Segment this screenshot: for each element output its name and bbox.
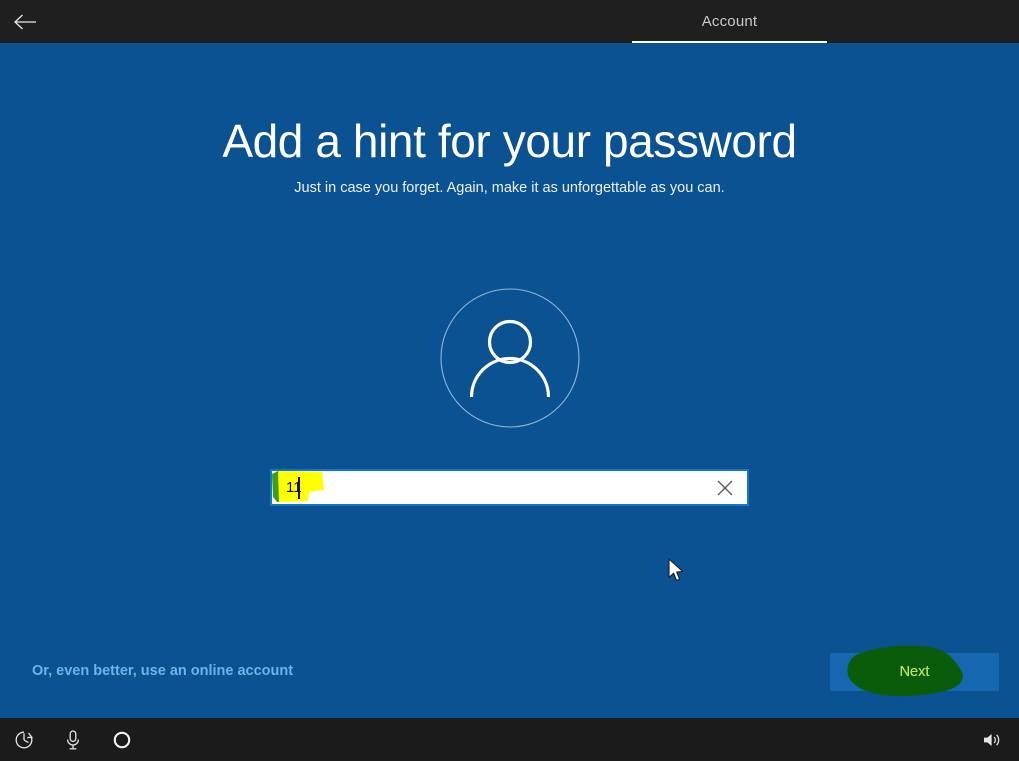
ease-of-access-icon[interactable] [2,718,46,761]
cortana-circle-icon[interactable] [100,718,144,761]
page-subtitle: Just in case you forget. Again, make it … [294,180,725,196]
page-title: Add a hint for your password [222,115,797,167]
arrow-left-icon [12,12,38,32]
status-bar: Great. Now. With an offline account, if … [0,718,1019,761]
mouse-cursor [668,558,686,584]
next-button[interactable]: Next [830,653,999,691]
password-hint-input[interactable] [272,471,703,504]
microphone-icon[interactable] [51,718,95,761]
person-avatar-icon [440,288,580,428]
main-content: Add a hint for your password Just in cas… [0,43,1019,718]
next-button-label: Next [899,664,930,680]
title-bar: Account [0,0,1019,43]
tab-account-label: Account [701,13,758,30]
back-button[interactable] [8,6,42,37]
close-x-icon[interactable] [703,471,747,504]
hint-input-container[interactable] [270,469,749,506]
volume-speaker-icon[interactable] [972,718,1012,761]
tab-account[interactable]: Account [632,0,827,43]
online-account-link[interactable]: Or, even better, use an online account [32,663,293,679]
oobe-account-screen: Account Add a hint for your password Jus… [0,0,1019,761]
